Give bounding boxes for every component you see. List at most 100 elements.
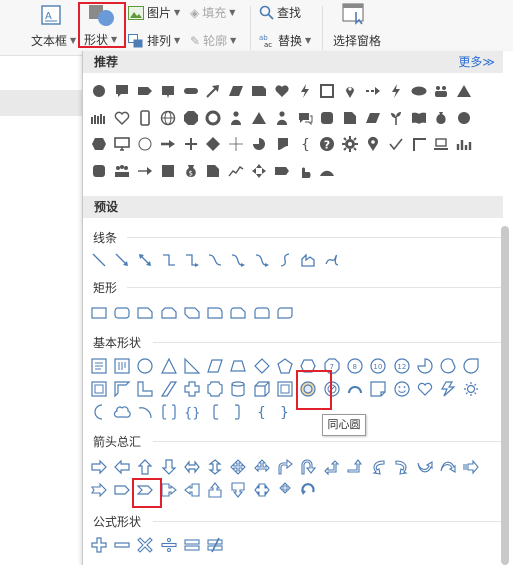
a-callup-shape-icon[interactable] (203, 478, 226, 501)
a-leftup-shape-icon[interactable] (320, 455, 343, 478)
globe-shape-icon[interactable] (156, 105, 179, 132)
b-chord-shape-icon[interactable] (436, 354, 459, 377)
r-roundsnip-shape-icon[interactable] (227, 301, 250, 324)
b-n8-shape-icon[interactable]: 8 (343, 354, 366, 377)
pill-shape-icon[interactable] (179, 78, 202, 105)
e-mult-shape-icon[interactable] (134, 533, 157, 556)
a-striped-shape-icon[interactable] (460, 455, 483, 478)
octagon-shape-icon[interactable] (179, 105, 202, 132)
e-eq-shape-icon[interactable] (180, 533, 203, 556)
l-elbow-shape-icon[interactable] (157, 248, 180, 271)
a-up-shape-icon[interactable] (134, 455, 157, 478)
people-shape-icon[interactable] (430, 78, 453, 105)
b-n10-shape-icon[interactable]: 10 (367, 354, 390, 377)
person-shape-icon[interactable] (270, 105, 293, 132)
fourarrow-shape-icon[interactable] (248, 158, 271, 185)
e-minus-shape-icon[interactable] (110, 533, 133, 556)
b-bracketpair-shape-icon[interactable] (157, 400, 180, 423)
b-trap-shape-icon[interactable] (227, 354, 250, 377)
b-arc2-shape-icon[interactable] (134, 400, 157, 423)
b-n12-shape-icon[interactable]: 12 (390, 354, 413, 377)
shape-icon[interactable] (88, 4, 116, 28)
linechart-shape-icon[interactable] (225, 158, 248, 185)
parallelogram-shape-icon[interactable] (362, 105, 385, 132)
a-circular-shape-icon[interactable] (297, 478, 320, 501)
callout-shape-icon[interactable] (156, 78, 179, 105)
triangle-shape-icon[interactable] (453, 78, 476, 105)
a-curvedr-shape-icon[interactable] (367, 455, 390, 478)
fill-button[interactable]: ◈ 填充 ▼ (190, 4, 235, 21)
b-text-shape-icon[interactable] (87, 354, 110, 377)
panel-scrollbar[interactable] (501, 226, 509, 565)
a-callleft-shape-icon[interactable] (180, 478, 203, 501)
b-tri-shape-icon[interactable] (157, 354, 180, 377)
locpin-shape-icon[interactable] (362, 131, 385, 158)
roundsq-shape-icon[interactable] (88, 158, 111, 185)
l-elbowa-shape-icon[interactable] (180, 248, 203, 271)
parallelogram-shape-icon[interactable] (225, 78, 248, 105)
a-lru-shape-icon[interactable] (250, 455, 273, 478)
phone-shape-icon[interactable] (134, 105, 157, 132)
crowd-shape-icon[interactable] (88, 105, 111, 132)
shape-button[interactable]: 形状 ▼ (84, 31, 117, 48)
crossthin-shape-icon[interactable] (225, 131, 248, 158)
b-pent-shape-icon[interactable] (273, 354, 296, 377)
r-rect-shape-icon[interactable] (87, 301, 110, 324)
b-heart-shape-icon[interactable] (413, 377, 436, 400)
heart-shape-icon[interactable] (270, 78, 293, 105)
replace-button[interactable]: ab ac 替换 ▼ (259, 32, 311, 49)
r-round1-shape-icon[interactable] (203, 301, 226, 324)
diamond-shape-icon[interactable] (202, 131, 225, 158)
moneybag-shape-icon[interactable] (430, 105, 453, 132)
ring-shape-icon[interactable] (202, 105, 225, 132)
selection-pane-icon[interactable] (342, 3, 366, 25)
a-calllr-shape-icon[interactable] (250, 478, 273, 501)
book-shape-icon[interactable] (407, 105, 430, 132)
selection-pane-button[interactable]: 选择窗格 (333, 32, 381, 49)
l-arrow-shape-icon[interactable] (110, 248, 133, 271)
speech-shape-icon[interactable] (111, 78, 134, 105)
b-cross-shape-icon[interactable] (180, 377, 203, 400)
a-down-shape-icon[interactable] (157, 455, 180, 478)
brace-shape-icon[interactable]: { (293, 131, 316, 158)
a-notched-shape-icon[interactable] (87, 478, 110, 501)
r-snip1-shape-icon[interactable] (134, 301, 157, 324)
a-curvedl-shape-icon[interactable] (390, 455, 413, 478)
question-shape-icon[interactable]: ? (316, 131, 339, 158)
e-neq-shape-icon[interactable] (203, 533, 226, 556)
frame-shape-icon[interactable] (316, 78, 339, 105)
e-div-shape-icon[interactable] (157, 533, 180, 556)
heartoutline-shape-icon[interactable] (111, 105, 134, 132)
b-bevel-shape-icon[interactable] (273, 377, 296, 400)
b-rbrace-shape-icon[interactable]: } (273, 400, 296, 423)
circleoutline-shape-icon[interactable] (134, 131, 157, 158)
arrowline-shape-icon[interactable] (134, 158, 157, 185)
find-button[interactable]: 查找 (259, 4, 301, 21)
a-bent-shape-icon[interactable] (273, 455, 296, 478)
coinbag-shape-icon[interactable]: $ (179, 158, 202, 185)
b-smiley-shape-icon[interactable] (390, 377, 413, 400)
a-pentagon-shape-icon[interactable] (110, 478, 133, 501)
chat-shape-icon[interactable] (293, 105, 316, 132)
laptop-shape-icon[interactable] (430, 131, 453, 158)
b-fold-shape-icon[interactable] (367, 377, 390, 400)
a-curvedd-shape-icon[interactable] (436, 455, 459, 478)
b-pie-shape-icon[interactable] (413, 354, 436, 377)
arrowright-shape-icon[interactable] (156, 131, 179, 158)
pin-shape-icon[interactable] (339, 78, 362, 105)
bracedown-shape-icon[interactable] (270, 131, 293, 158)
b-sun-shape-icon[interactable] (460, 377, 483, 400)
b-frame-shape-icon[interactable] (87, 377, 110, 400)
l-s-shape-icon[interactable] (273, 248, 296, 271)
plant-shape-icon[interactable] (384, 105, 407, 132)
b-cube-shape-icon[interactable] (250, 377, 273, 400)
tag-shape-icon[interactable] (270, 158, 293, 185)
a-lr-shape-icon[interactable] (180, 455, 203, 478)
l-scribble-shape-icon[interactable] (320, 248, 343, 271)
barchart-shape-icon[interactable] (453, 131, 476, 158)
l-curve-shape-icon[interactable] (203, 248, 226, 271)
l-curvea-shape-icon[interactable] (227, 248, 250, 271)
b-cloud-shape-icon[interactable] (110, 400, 133, 423)
l-curvea-shape-icon[interactable] (250, 248, 273, 271)
textbox-icon[interactable]: A (40, 4, 62, 26)
